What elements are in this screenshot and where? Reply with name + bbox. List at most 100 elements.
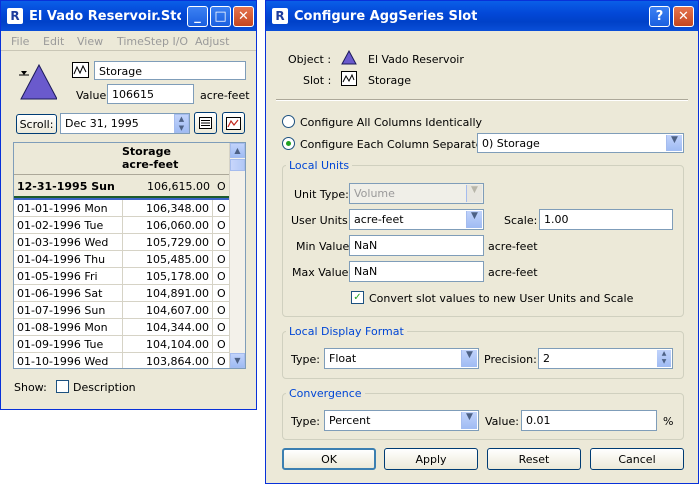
precision-spinner[interactable]: 2 ▲ ▼ [538, 348, 673, 369]
convert-values-checkbox[interactable]: ✓ [351, 291, 364, 304]
reservoir-icon [19, 63, 57, 100]
chevron-down-icon[interactable]: ▼ [666, 135, 682, 151]
menu-bar: File Edit View TimeStep I/O Adjust [1, 31, 256, 51]
close-button[interactable]: ✕ [233, 6, 254, 27]
spinner-arrows[interactable]: ▲ ▼ [657, 350, 671, 367]
scroll-date-field[interactable]: Dec 31, 1995 [60, 113, 190, 134]
slot-name-field[interactable]: Storage [94, 61, 246, 80]
value-label: Value: [76, 89, 110, 102]
value-field[interactable]: 106615 [107, 84, 194, 104]
min-value-units: acre-feet [488, 240, 538, 253]
plot-icon [226, 117, 241, 130]
chevron-down-icon[interactable]: ▼ [461, 412, 477, 429]
menu-timestep-io[interactable]: TimeStep I/O [117, 35, 188, 48]
max-value-units: acre-feet [488, 266, 538, 279]
minimize-button[interactable]: _ [187, 6, 208, 27]
apply-button[interactable]: Apply [384, 448, 478, 470]
slot-window: R El Vado Reservoir.Stor... _ □ ✕ File E… [0, 0, 257, 410]
series-slot-icon [72, 62, 89, 78]
convergence-type-label: Type: [291, 415, 320, 428]
dialog-close-button[interactable]: ✕ [673, 6, 694, 27]
value-units: acre-feet [200, 89, 250, 102]
table-row[interactable]: 01-07-1996 Sun 104,607.00 O [14, 302, 229, 319]
dialog-title: Configure AggSeries Slot [294, 9, 478, 24]
slot-window-titlebar[interactable]: R El Vado Reservoir.Stor... _ □ ✕ [1, 1, 256, 31]
series-slot-small-icon [341, 71, 357, 86]
unit-type-label: Unit Type: [294, 188, 349, 201]
menu-view[interactable]: View [77, 35, 103, 48]
table-row[interactable]: 01-02-1996 Tue 106,060.00 O [14, 217, 229, 234]
chevron-down-icon: ▼ [466, 185, 482, 202]
configure-each-radio[interactable] [282, 137, 295, 150]
convergence-type-select[interactable]: Percent ▼ [324, 410, 479, 431]
scale-field[interactable]: 1.00 [539, 209, 673, 230]
riverware-app-icon: R [272, 8, 288, 24]
divider [276, 99, 688, 101]
slot-value: Storage [368, 74, 412, 87]
maximize-button[interactable]: □ [210, 6, 231, 27]
min-value-label: Min Value: [296, 240, 353, 253]
ok-button[interactable]: OK [282, 448, 376, 470]
object-label: Object : [288, 53, 332, 66]
table-row[interactable]: 01-06-1996 Sat 104,891.00 O [14, 285, 229, 302]
table-scrollbar[interactable]: ▲ ▼ [229, 143, 245, 368]
user-units-label: User Units: [291, 214, 352, 227]
scroll-up-arrow[interactable]: ▲ [230, 143, 245, 158]
table-row[interactable]: 01-10-1996 Wed 103,864.00 O [14, 353, 229, 368]
percent-sign: % [663, 415, 674, 428]
convergence-value-field[interactable]: 0.01 [521, 410, 657, 431]
precision-label: Precision: [484, 353, 537, 366]
cancel-button[interactable]: Cancel [590, 448, 684, 470]
table-row[interactable]: 01-09-1996 Tue 104,104.00 O [14, 336, 229, 353]
riverware-app-icon: R [7, 8, 23, 24]
configure-dialog: R Configure AggSeries Slot ? ✕ Object : … [265, 0, 699, 484]
reservoir-small-icon [341, 50, 357, 65]
format-type-label: Type: [291, 353, 320, 366]
table-row[interactable]: 01-01-1996 Mon 106,348.00 O [14, 200, 229, 217]
menu-edit[interactable]: Edit [43, 35, 64, 48]
list-icon [199, 117, 212, 129]
current-timestep-row[interactable]: 12-31-1995 Sun 106,615.00 O [14, 175, 229, 196]
menu-adjust[interactable]: Adjust [195, 35, 229, 48]
unit-type-select: Volume ▼ [349, 183, 484, 204]
chevron-down-icon[interactable]: ▼ [466, 211, 482, 228]
chevron-down-icon[interactable]: ▼ [461, 350, 477, 367]
table-row[interactable]: 01-08-1996 Mon 104,344.00 O [14, 319, 229, 336]
min-value-field[interactable]: NaN [349, 235, 484, 256]
menu-file[interactable]: File [11, 35, 29, 48]
dialog-titlebar[interactable]: R Configure AggSeries Slot ? ✕ [266, 1, 698, 31]
description-label: Description [73, 381, 136, 394]
help-button[interactable]: ? [649, 6, 670, 27]
scroll-button[interactable]: Scroll: [16, 114, 57, 134]
convert-values-label: Convert slot values to new User Units an… [369, 292, 634, 305]
show-label: Show: [14, 381, 47, 394]
scale-label: Scale: [504, 214, 538, 227]
max-value-field[interactable]: NaN [349, 261, 484, 282]
reset-button[interactable]: Reset [487, 448, 581, 470]
scroll-down-arrow[interactable]: ▼ [230, 353, 245, 368]
max-value-label: Max Value: [292, 266, 353, 279]
date-spinner[interactable]: ▲ ▼ [174, 114, 189, 133]
table-view-button[interactable] [194, 112, 217, 134]
user-units-select[interactable]: acre-feet ▼ [349, 209, 484, 230]
configure-all-radio[interactable] [282, 115, 295, 128]
description-checkbox[interactable] [56, 380, 69, 393]
convergence-title: Convergence [286, 387, 365, 400]
scroll-thumb[interactable] [230, 159, 245, 171]
table-header: Storage acre-feet [14, 143, 229, 175]
local-units-title: Local Units [286, 159, 353, 172]
plot-button[interactable] [222, 112, 245, 134]
convergence-value-label: Value: [485, 415, 519, 428]
format-type-select[interactable]: Float ▼ [324, 348, 479, 369]
table-row[interactable]: 01-04-1996 Thu 105,485.00 O [14, 251, 229, 268]
column-select[interactable]: 0) Storage ▼ [477, 133, 684, 153]
configure-each-label: Configure Each Column Separately [300, 138, 493, 151]
table-row[interactable]: 01-03-1996 Wed 105,729.00 O [14, 234, 229, 251]
column-header[interactable]: Storage acre-feet [122, 145, 213, 171]
table-row[interactable]: 01-05-1996 Fri 105,178.00 O [14, 268, 229, 285]
object-value: El Vado Reservoir [368, 53, 464, 66]
series-table[interactable]: Storage acre-feet 12-31-1995 Sun 106,615… [13, 142, 246, 369]
slot-window-title: El Vado Reservoir.Stor... [29, 9, 181, 24]
slot-label: Slot : [303, 74, 332, 87]
configure-all-label: Configure All Columns Identically [300, 116, 483, 129]
